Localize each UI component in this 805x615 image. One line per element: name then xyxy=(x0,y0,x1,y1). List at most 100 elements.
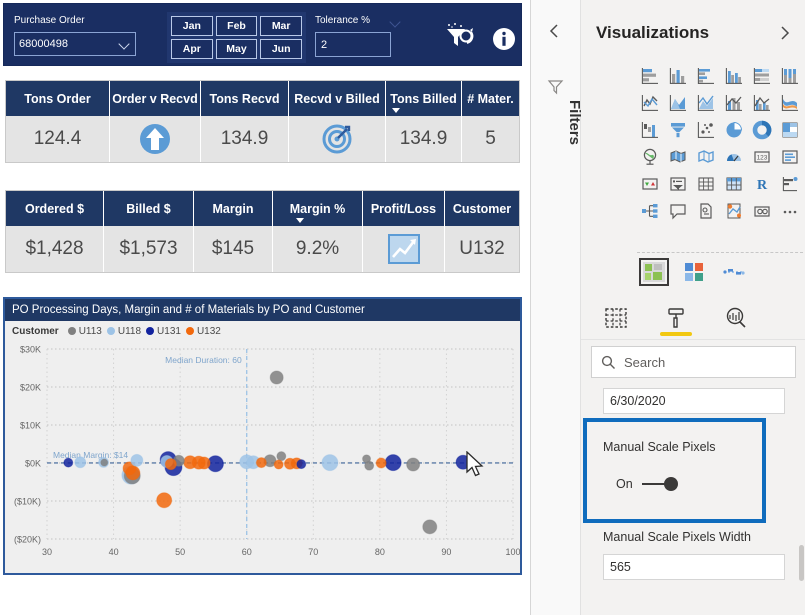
stacked-area-chart-icon[interactable] xyxy=(692,89,720,116)
multi-row-card-icon[interactable] xyxy=(776,143,804,170)
month-button-jan[interactable]: Jan xyxy=(171,16,213,36)
value-profit-loss[interactable] xyxy=(363,226,445,272)
value-num-materials[interactable]: 5 xyxy=(462,116,519,162)
analytics-pane-tab[interactable] xyxy=(719,300,753,336)
manual-scale-pixels-width-input[interactable]: 565 xyxy=(603,554,785,580)
line-chart-icon[interactable] xyxy=(636,89,664,116)
column-header-ordered-dollars[interactable]: Ordered $ xyxy=(6,191,104,226)
month-button-may[interactable]: May xyxy=(215,39,258,59)
value-order-v-recvd[interactable] xyxy=(110,116,201,162)
100-stacked-bar-chart-icon[interactable] xyxy=(748,62,776,89)
chevron-left-icon[interactable] xyxy=(546,22,564,40)
map-icon[interactable] xyxy=(636,143,664,170)
custom-visual-network-icon[interactable] xyxy=(719,258,749,286)
column-header-recvd-v-billed[interactable]: Recvd v Billed xyxy=(289,81,386,116)
column-header-num-materials[interactable]: # Mater. xyxy=(462,81,519,116)
filters-pane-label[interactable]: Filters xyxy=(529,100,583,145)
report-canvas: Purchase Order 68000498 Jan Feb Mar Apr … xyxy=(0,0,530,615)
info-icon[interactable] xyxy=(491,26,517,52)
value-tons-billed[interactable]: 134.9 xyxy=(386,116,462,162)
month-button-jun[interactable]: Jun xyxy=(260,39,302,59)
decomposition-tree-icon[interactable] xyxy=(636,197,664,224)
donut-chart-icon[interactable] xyxy=(748,116,776,143)
value-customer[interactable]: U132 xyxy=(445,226,519,272)
column-header-order-v-recvd[interactable]: Order v Recvd xyxy=(110,81,201,116)
column-header-customer[interactable]: Customer xyxy=(445,191,519,226)
chevron-down-icon[interactable] xyxy=(390,18,402,26)
ribbon-chart-icon[interactable] xyxy=(776,89,804,116)
date-input[interactable]: 6/30/2020 xyxy=(603,388,785,414)
chevron-right-icon[interactable] xyxy=(776,24,794,42)
power-apps-icon[interactable] xyxy=(748,197,776,224)
custom-visual-selected-icon[interactable] xyxy=(639,258,669,286)
month-button-mar[interactable]: Mar xyxy=(260,16,302,36)
column-header-billed-dollars[interactable]: Billed $ xyxy=(104,191,194,226)
legend-item-u113[interactable]: U113 xyxy=(67,326,102,337)
value-recvd-v-billed[interactable] xyxy=(289,116,386,162)
shape-map-icon[interactable] xyxy=(692,143,720,170)
custom-visual-squares-icon[interactable] xyxy=(679,258,709,286)
stacked-column-chart-icon[interactable] xyxy=(664,62,692,89)
filters-rail[interactable]: Filters xyxy=(529,0,583,615)
pane-tab-strip[interactable] xyxy=(581,296,805,340)
legend-item-u131[interactable]: U131 xyxy=(146,326,181,337)
treemap-icon[interactable] xyxy=(776,116,804,143)
funnel-chart-icon[interactable] xyxy=(664,116,692,143)
toggle-switch[interactable] xyxy=(641,476,678,492)
pie-chart-icon[interactable] xyxy=(720,116,748,143)
column-header-margin[interactable]: Margin xyxy=(194,191,273,226)
value-tons-recvd[interactable]: 134.9 xyxy=(201,116,289,162)
purchase-order-dropdown[interactable]: 68000498 xyxy=(14,32,136,56)
column-header-profit-loss[interactable]: Profit/Loss xyxy=(363,191,445,226)
kpi-icon[interactable] xyxy=(636,170,664,197)
format-pane-tab[interactable] xyxy=(659,300,693,336)
tolerance-input[interactable]: 2 xyxy=(315,32,391,57)
pane-scrollbar[interactable] xyxy=(799,545,804,581)
month-slicer[interactable]: Jan Feb Mar Apr May Jun xyxy=(167,12,306,63)
legend-item-u132[interactable]: U132 xyxy=(185,326,221,337)
custom-visuals-row[interactable] xyxy=(639,258,749,286)
value-ordered-dollars[interactable]: $1,428 xyxy=(6,226,104,272)
value-margin[interactable]: $145 xyxy=(194,226,273,272)
search-input[interactable]: Search xyxy=(591,346,796,378)
legend-item-u118[interactable]: U118 xyxy=(106,326,141,337)
slicer-icon[interactable] xyxy=(664,170,692,197)
table-icon[interactable] xyxy=(692,170,720,197)
manual-scale-pixels-toggle[interactable]: On xyxy=(616,476,678,492)
area-chart-icon[interactable] xyxy=(664,89,692,116)
filled-map-icon[interactable] xyxy=(664,143,692,170)
column-header-tons-recvd[interactable]: Tons Recvd xyxy=(201,81,289,116)
more-options-icon[interactable] xyxy=(776,197,804,224)
svg-text:40: 40 xyxy=(109,547,119,557)
key-influencers-icon[interactable] xyxy=(776,170,804,197)
paginated-report-icon[interactable] xyxy=(720,197,748,224)
line-clustered-column-chart-icon[interactable] xyxy=(748,89,776,116)
line-stacked-column-chart-icon[interactable] xyxy=(720,89,748,116)
column-header-tons-order[interactable]: Tons Order xyxy=(6,81,110,116)
column-header-margin-percent[interactable]: Margin % xyxy=(273,191,363,226)
scatter-chart-visual[interactable]: PO Processing Days, Margin and # of Mate… xyxy=(3,297,522,575)
matrix-icon[interactable] xyxy=(720,170,748,197)
visualization-type-grid[interactable]: 123 R xyxy=(636,62,804,224)
scatter-chart-icon[interactable] xyxy=(692,116,720,143)
value-margin-percent[interactable]: 9.2% xyxy=(273,226,363,272)
stacked-bar-chart-icon[interactable] xyxy=(636,62,664,89)
r-script-visual-icon[interactable]: R xyxy=(748,170,776,197)
card-icon[interactable]: 123 xyxy=(748,143,776,170)
column-header-tons-billed[interactable]: Tons Billed xyxy=(386,81,462,116)
100-stacked-column-chart-icon[interactable] xyxy=(776,62,804,89)
clustered-bar-chart-icon[interactable] xyxy=(692,62,720,89)
waterfall-chart-icon[interactable] xyxy=(636,116,664,143)
smart-narrative-icon[interactable] xyxy=(692,197,720,224)
value-billed-dollars[interactable]: $1,573 xyxy=(104,226,194,272)
scatter-plot-area[interactable]: $30K $20K $10K $0K ($10K) ($20K) 30 40 50 60 70 80 9… xyxy=(5,341,520,573)
month-button-feb[interactable]: Feb xyxy=(215,16,258,36)
clustered-column-chart-icon[interactable] xyxy=(720,62,748,89)
gauge-icon[interactable] xyxy=(720,143,748,170)
value-tons-order[interactable]: 124.4 xyxy=(6,116,110,162)
filter-funnel-icon[interactable] xyxy=(547,78,564,95)
month-button-apr[interactable]: Apr xyxy=(171,39,213,59)
fields-pane-tab[interactable] xyxy=(599,300,633,336)
q-and-a-icon[interactable] xyxy=(664,197,692,224)
clear-filters-icon[interactable] xyxy=(443,22,477,52)
